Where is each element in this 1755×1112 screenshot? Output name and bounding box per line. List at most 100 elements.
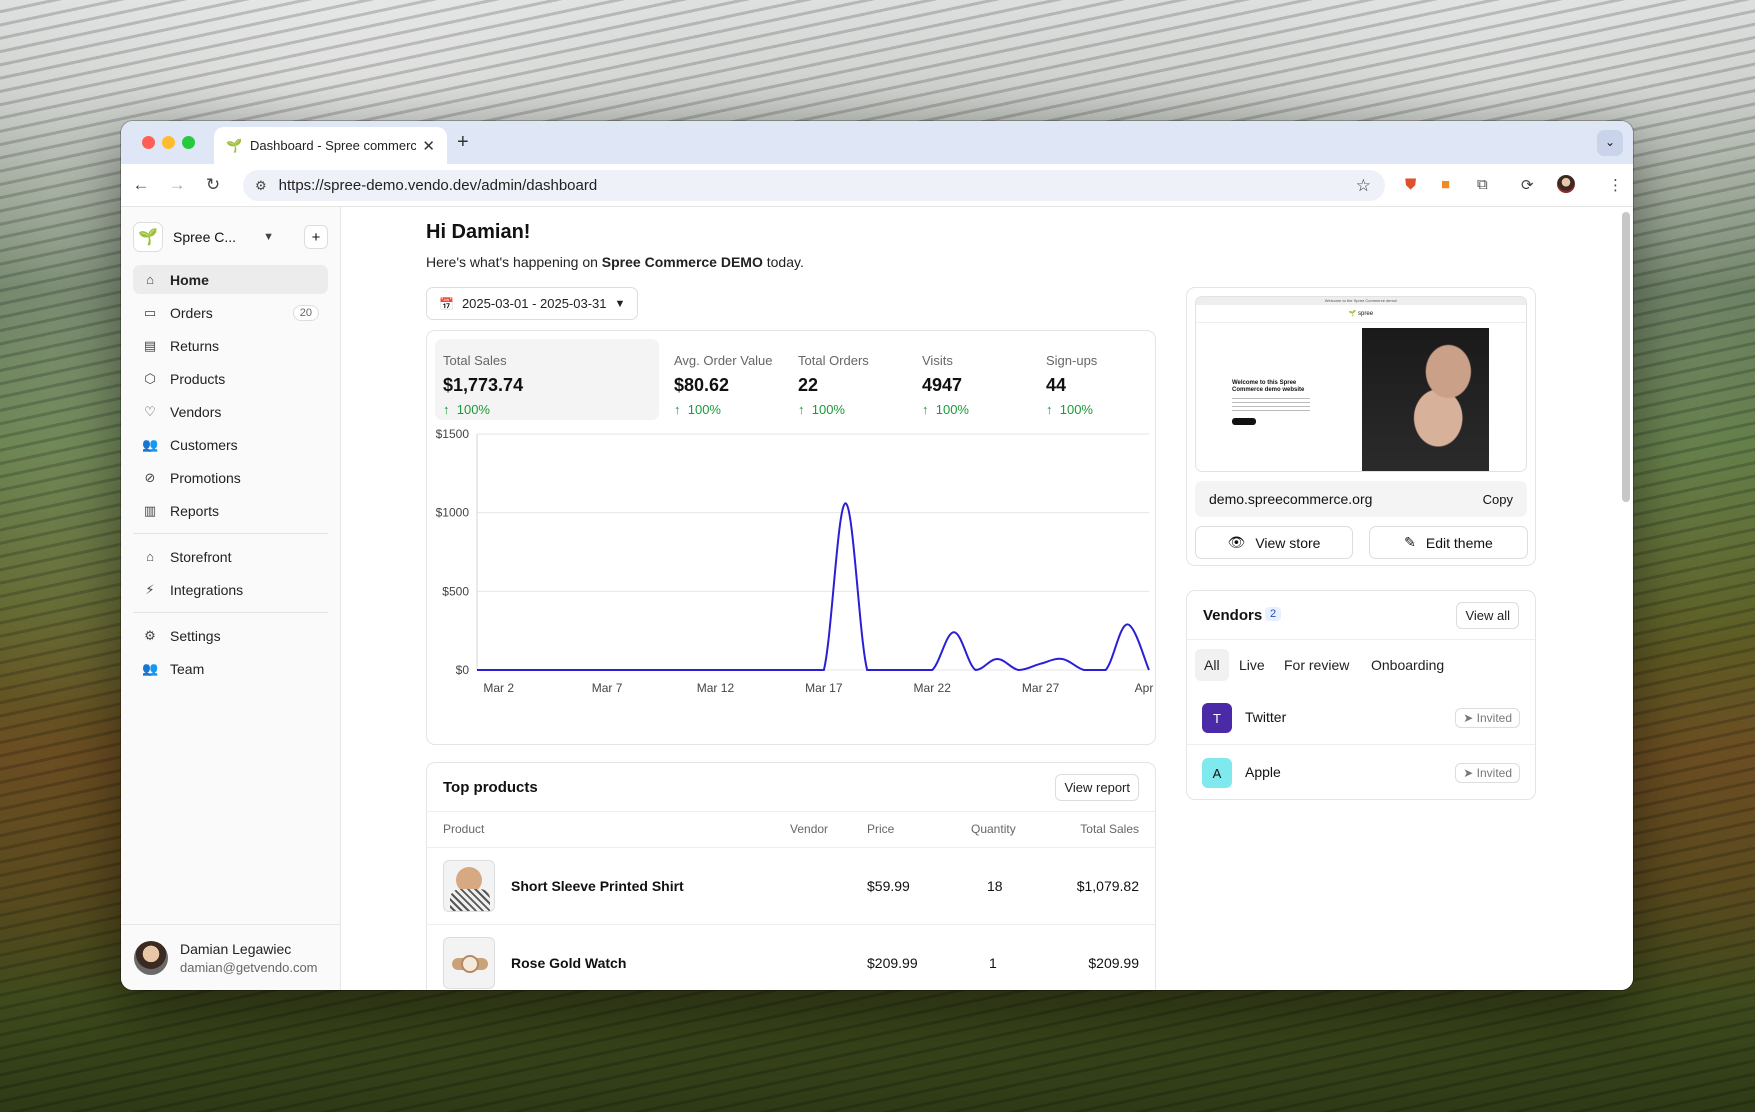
zoom-window-button[interactable] — [182, 136, 195, 149]
eye-icon: 👁 — [1227, 534, 1246, 550]
tab-onboarding[interactable]: Onboarding — [1362, 649, 1453, 681]
y-tick-label: $500 — [442, 584, 469, 598]
view-all-vendors-button[interactable]: View all — [1456, 602, 1519, 629]
sidebar-item-settings[interactable]: ⚙ Settings — [133, 621, 328, 650]
table-row[interactable]: Rose Gold Watch $209.99 1 $209.99 — [427, 924, 1155, 990]
users-icon: 👥 — [142, 660, 159, 676]
spree-logo: 🌱 — [133, 222, 163, 252]
sidebar-item-team[interactable]: 👥 Team — [133, 654, 328, 683]
copy-domain-button[interactable]: Copy — [1483, 492, 1513, 507]
site-info-icon[interactable]: ⚙ — [255, 178, 267, 194]
extension-icon[interactable]: ■ — [1441, 176, 1450, 193]
column-header-price: Price — [867, 822, 895, 836]
discount-icon: ⊘ — [144, 469, 156, 485]
tab-all[interactable]: All — [1195, 649, 1229, 681]
tab-bar: 🌱 Dashboard - Spree commerce ✕ + ⌄ — [121, 121, 1633, 164]
x-tick-label: Mar 17 — [805, 681, 843, 695]
view-report-button[interactable]: View report — [1055, 774, 1139, 801]
preview-shop-button — [1232, 418, 1256, 425]
sidebar-item-products[interactable]: ⬡ Products — [133, 364, 328, 393]
x-tick-label: Mar 12 — [697, 681, 735, 695]
receipt-icon: ▤ — [143, 337, 157, 353]
vendor-avatar: A — [1202, 758, 1232, 788]
stat-sign-ups[interactable]: Sign-ups 44 ↑ 100% — [1031, 339, 1141, 420]
date-range-picker[interactable]: 📅 2025-03-01 - 2025-03-31 ▼ — [426, 287, 639, 320]
top-products-card: Top products View report Product Vendor … — [426, 762, 1156, 990]
address-bar[interactable]: ⚙ https://spree-demo.vendo.dev/admin/das… — [243, 170, 1385, 201]
tab-title: Dashboard - Spree commerce — [250, 138, 417, 153]
forward-icon[interactable]: → — [159, 175, 195, 195]
preview-banner: Welcome to the Spree Commerce demo! — [1196, 297, 1526, 305]
dashboard-main: Hi Damian! Here's what's happening on Sp… — [341, 207, 1633, 990]
sidebar-item-home[interactable]: ⌂ Home — [133, 265, 328, 294]
sidebar-item-integrations[interactable]: ⚡ Integrations — [133, 575, 328, 604]
chevron-down-icon[interactable]: ▼ — [263, 231, 274, 243]
storefront-nav: ⌂ Storefront ⚡ Integrations — [121, 542, 340, 604]
list-item[interactable]: A Apple ➤ Invited — [1187, 745, 1535, 800]
x-tick-label: Mar 27 — [1022, 681, 1060, 695]
product-name[interactable]: Rose Gold Watch — [511, 955, 626, 971]
sidebar-item-storefront[interactable]: ⌂ Storefront — [133, 542, 328, 571]
sidebar-item-promotions[interactable]: ⊘ Promotions — [133, 463, 328, 492]
close-tab-icon[interactable]: ✕ — [422, 137, 435, 155]
product-quantity: 18 — [987, 878, 1003, 894]
admin-app: 🌱 Spree C... ▼ + ⌂ Home ▭ Orders 20 ▤ Return… — [121, 207, 1633, 990]
menu-kebab-icon[interactable]: ⋮ — [1608, 176, 1623, 194]
sidebar-item-customers[interactable]: 👥 Customers — [133, 430, 328, 459]
sidebar: 🌱 Spree C... ▼ + ⌂ Home ▭ Orders 20 ▤ Return… — [121, 207, 341, 990]
scrollbar[interactable] — [1622, 212, 1630, 502]
preview-hero-title: Welcome to this Spree Commerce demo webs… — [1232, 380, 1305, 393]
reload-icon[interactable]: ↻ — [195, 175, 231, 195]
arrow-up-icon: ↑ — [443, 402, 450, 417]
gear-icon: ⚙ — [144, 627, 156, 643]
user-name: Damian Legawiec — [180, 940, 292, 957]
sidebar-item-orders[interactable]: ▭ Orders 20 — [133, 298, 328, 327]
divider — [1187, 639, 1535, 640]
sidebar-item-reports[interactable]: ▥ Reports — [133, 496, 328, 525]
tab-for-review[interactable]: For review — [1275, 649, 1358, 681]
arrow-up-icon: ↑ — [674, 402, 681, 417]
stat-total-sales[interactable]: Total Sales $1,773.74 ↑ 100% — [435, 339, 659, 420]
puzzle-icon[interactable]: ⧉ — [1477, 176, 1488, 193]
x-tick-label: Mar 22 — [914, 681, 952, 695]
list-item[interactable]: T Twitter ➤ Invited — [1187, 690, 1535, 745]
preview-hero-image — [1362, 328, 1489, 471]
x-tick-label: Apr 1 — [1135, 681, 1157, 695]
column-header-quantity: Quantity — [971, 822, 1016, 836]
minimize-window-button[interactable] — [162, 136, 175, 149]
x-tick-label: Mar 2 — [483, 681, 514, 695]
storefront-preview[interactable]: Welcome to the Spree Commerce demo! 🌱 sp… — [1195, 296, 1527, 472]
sidebar-item-returns[interactable]: ▤ Returns — [133, 331, 328, 360]
user-menu[interactable]: Damian Legawiec damian@getvendo.com — [121, 924, 340, 990]
edit-theme-button[interactable]: ✎ Edit theme — [1369, 526, 1528, 559]
bookmark-star-icon[interactable]: ☆ — [1356, 176, 1371, 196]
browser-tab[interactable]: 🌱 Dashboard - Spree commerce ✕ — [214, 127, 447, 164]
profile-avatar[interactable] — [1557, 175, 1575, 193]
sidebar-item-vendors[interactable]: ♡ Vendors — [133, 397, 328, 426]
new-tab-button[interactable]: + — [457, 131, 469, 154]
store-selector[interactable]: 🌱 Spree C... ▼ + — [133, 219, 328, 255]
y-tick-label: $1000 — [436, 506, 470, 520]
status-badge: ➤ Invited — [1455, 763, 1520, 783]
table-row[interactable]: Short Sleeve Printed Shirt $59.99 18 $1,… — [427, 847, 1155, 924]
view-store-button[interactable]: 👁 View store — [1195, 526, 1353, 559]
brave-shield-icon[interactable]: ⛊ — [1405, 176, 1416, 193]
add-store-button[interactable]: + — [304, 225, 328, 249]
users-icon: 👥 — [142, 436, 159, 452]
tab-search-button[interactable]: ⌄ — [1597, 130, 1623, 156]
product-name[interactable]: Short Sleeve Printed Shirt — [511, 878, 684, 894]
tab-live[interactable]: Live — [1230, 649, 1274, 681]
y-tick-label: $1500 — [436, 427, 470, 441]
back-icon[interactable]: ← — [123, 175, 159, 195]
home-icon: ⌂ — [146, 272, 154, 287]
sync-icon[interactable]: ⟳ — [1521, 176, 1534, 194]
product-price: $59.99 — [867, 878, 910, 894]
spree-favicon-icon: 🌱 — [226, 137, 243, 153]
stat-visits[interactable]: Visits 4947 ↑ 100% — [907, 339, 1031, 420]
stat-total-orders[interactable]: Total Orders 22 ↑ 100% — [783, 339, 907, 420]
close-window-button[interactable] — [142, 136, 155, 149]
chevron-down-icon: ▼ — [614, 297, 626, 310]
stat-avg-order-value[interactable]: Avg. Order Value $80.62 ↑ 100% — [659, 339, 783, 420]
preview-header: 🌱 spree — [1196, 305, 1526, 323]
product-thumbnail — [443, 860, 495, 912]
